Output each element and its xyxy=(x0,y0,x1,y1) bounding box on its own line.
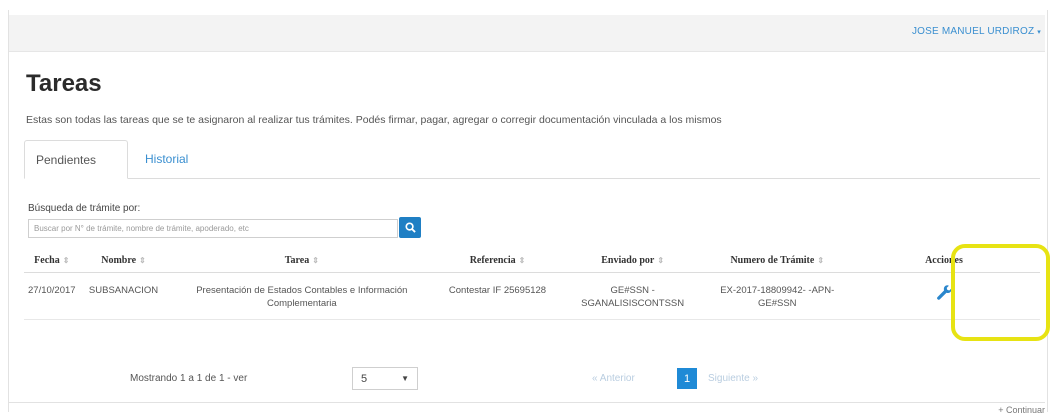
user-menu[interactable]: JOSE MANUEL URDIROZ ▾ xyxy=(912,26,1041,37)
page-size-value: 5 xyxy=(361,372,368,385)
page-description: Estas son todas las tareas que se te asi… xyxy=(26,114,722,126)
cell-referencia: Contestar IF 25695128 xyxy=(436,272,559,320)
column-header-referencia[interactable]: Referencia ⇕ xyxy=(436,248,559,273)
cell-tarea: Presentación de Estados Contables e Info… xyxy=(167,272,437,320)
column-header-tarea[interactable]: Tarea ⇕ xyxy=(167,248,437,273)
caret-down-icon: ▾ xyxy=(1037,28,1041,36)
pagination-page-1[interactable]: 1 xyxy=(677,368,697,389)
continue-link[interactable]: + Continuar xyxy=(998,405,1045,415)
tab-pendientes[interactable]: Pendientes xyxy=(24,140,128,179)
sort-icon: ⇕ xyxy=(139,255,146,265)
column-header-numero-tramite[interactable]: Numero de Trámite ⇕ xyxy=(706,248,848,273)
top-bar: JOSE MANUEL URDIROZ ▾ xyxy=(9,15,1045,52)
cell-numero-tramite: EX-2017-18809942- -APN-GE#SSN xyxy=(706,272,848,320)
tasks-table: Fecha ⇕ Nombre ⇕ Tarea ⇕ Referencia ⇕ Enviad… xyxy=(24,248,1040,320)
page-size-select[interactable]: 5 ▼ xyxy=(352,367,418,390)
search-input[interactable] xyxy=(28,219,398,238)
pagination-summary: Mostrando 1 a 1 de 1 - ver xyxy=(130,373,248,384)
table-header-row: Fecha ⇕ Nombre ⇕ Tarea ⇕ Referencia ⇕ Enviad… xyxy=(24,248,1040,273)
sort-icon: ⇕ xyxy=(312,255,319,265)
sort-icon: ⇕ xyxy=(817,255,825,265)
page-frame xyxy=(8,10,1048,412)
column-header-enviado-por[interactable]: Enviado por ⇕ xyxy=(558,248,707,273)
wrench-icon[interactable] xyxy=(936,284,952,306)
pagination-next[interactable]: Siguiente » xyxy=(708,373,758,384)
column-header-nombre[interactable]: Nombre ⇕ xyxy=(79,248,168,273)
cell-enviado-por: GE#SSN - SGANALISISCONTSSN xyxy=(558,272,707,320)
search-label: Búsqueda de trámite por: xyxy=(28,203,141,214)
chevron-down-icon: ▼ xyxy=(401,374,409,383)
search-icon xyxy=(404,222,416,233)
page-title: Tareas xyxy=(26,70,102,97)
user-name: JOSE MANUEL URDIROZ xyxy=(911,26,1035,37)
cell-fecha: 27/10/2017 xyxy=(24,272,80,320)
search-button[interactable] xyxy=(399,217,421,238)
divider xyxy=(9,402,1045,403)
pagination-prev[interactable]: « Anterior xyxy=(592,373,635,384)
cell-nombre: SUBSANACION xyxy=(79,272,168,320)
acciones-highlight-box xyxy=(951,244,1050,341)
sort-icon: ⇕ xyxy=(518,255,526,265)
column-header-fecha[interactable]: Fecha ⇕ xyxy=(24,248,80,273)
sort-icon: ⇕ xyxy=(62,255,70,265)
table-row: 27/10/2017 SUBSANACION Presentación de E… xyxy=(24,272,1040,320)
tab-bar: Pendientes Historial xyxy=(24,140,1040,179)
sort-icon: ⇕ xyxy=(657,255,665,265)
tab-historial[interactable]: Historial xyxy=(134,140,199,178)
